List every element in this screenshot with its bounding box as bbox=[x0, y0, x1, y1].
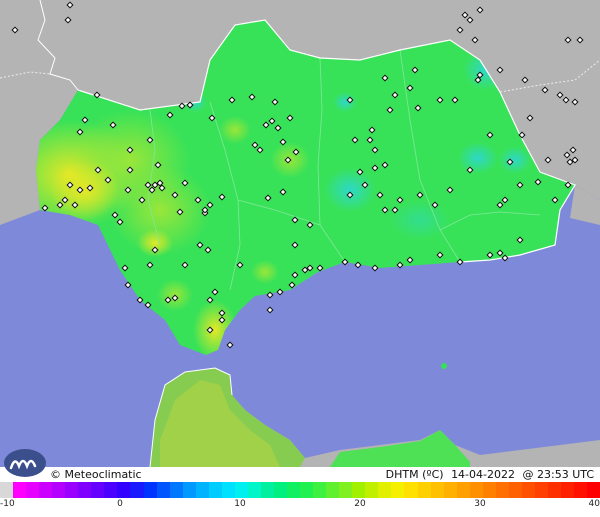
colorbar-tick-label: 10 bbox=[234, 499, 246, 509]
colorbar-segment bbox=[378, 482, 392, 498]
temperature-map bbox=[0, 0, 600, 467]
colorbar-segment bbox=[365, 482, 379, 498]
colorbar-segment bbox=[91, 482, 105, 498]
colorbar-segment bbox=[117, 482, 131, 498]
colorbar-segment bbox=[352, 482, 366, 498]
colorbar-segment bbox=[182, 482, 196, 498]
warm-area bbox=[219, 116, 251, 144]
cool-area bbox=[333, 92, 357, 112]
colorbar-segment bbox=[339, 482, 353, 498]
colorbar-segment bbox=[260, 482, 274, 498]
colorbar-segment bbox=[156, 482, 170, 498]
colorbar-segment bbox=[247, 482, 261, 498]
colorbar-segment bbox=[534, 482, 548, 498]
map-date: 14-04-2022 bbox=[451, 468, 515, 481]
colorbar-segment bbox=[143, 482, 157, 498]
cool-area bbox=[390, 200, 450, 240]
colorbar-segment bbox=[221, 482, 235, 498]
temperature-colorbar bbox=[0, 482, 600, 498]
colorbar-segment bbox=[587, 482, 600, 498]
colorbar-segment bbox=[404, 482, 418, 498]
colorbar-segment bbox=[208, 482, 222, 498]
map-time: @ 23:53 UTC bbox=[522, 468, 595, 481]
colorbar-segment bbox=[234, 482, 248, 498]
colorbar-segment bbox=[417, 482, 431, 498]
colorbar-segment bbox=[456, 482, 470, 498]
cool-area bbox=[324, 168, 376, 212]
colorbar-segment bbox=[482, 482, 496, 498]
warm-area bbox=[50, 160, 120, 220]
colorbar-segment bbox=[521, 482, 535, 498]
colorbar-tick-label: -10 bbox=[0, 499, 15, 509]
colorbar-segment bbox=[0, 482, 14, 498]
warm-area bbox=[251, 260, 279, 284]
colorbar-tick-label: 0 bbox=[117, 499, 123, 509]
colorbar-segment bbox=[469, 482, 483, 498]
colorbar-segment bbox=[130, 482, 144, 498]
colorbar-segment bbox=[39, 482, 53, 498]
colorbar-segment bbox=[508, 482, 522, 498]
colorbar-segment bbox=[169, 482, 183, 498]
colorbar-segment bbox=[574, 482, 588, 498]
colorbar-segment bbox=[391, 482, 405, 498]
colorbar-segment bbox=[300, 482, 314, 498]
colorbar-segment bbox=[273, 482, 288, 498]
colorbar-segment bbox=[26, 482, 40, 498]
cool-area bbox=[458, 142, 498, 174]
copyright-text: © Meteoclimatic bbox=[50, 468, 142, 481]
colorbar-segment bbox=[430, 482, 444, 498]
colorbar-ticks: -10 0 10 20 30 40 bbox=[0, 498, 600, 517]
colorbar-segment bbox=[326, 482, 340, 498]
colorbar-segment bbox=[547, 482, 562, 498]
colorbar-segment bbox=[561, 482, 575, 498]
island-marker bbox=[441, 363, 447, 369]
colorbar-segment bbox=[495, 482, 509, 498]
variable-label: DHTM (ºC) bbox=[385, 468, 444, 481]
colorbar-segment bbox=[443, 482, 457, 498]
cool-area bbox=[499, 146, 531, 174]
map-caption: DHTM (ºC) 14-04-2022 @ 23:53 UTC bbox=[386, 467, 594, 482]
meteoclimatic-logo-icon bbox=[4, 449, 46, 477]
map-widget: © Meteoclimatic DHTM (ºC) 14-04-2022 @ 2… bbox=[0, 0, 600, 517]
colorbar-segment bbox=[104, 482, 118, 498]
colorbar-segment bbox=[78, 482, 92, 498]
colorbar-tick-label: 30 bbox=[474, 499, 486, 509]
colorbar-segment bbox=[313, 482, 327, 498]
colorbar-segment bbox=[52, 482, 66, 498]
colorbar-tick-label: 20 bbox=[354, 499, 366, 509]
colorbar-segment bbox=[13, 482, 27, 498]
colorbar-segment bbox=[195, 482, 209, 498]
colorbar-segment bbox=[65, 482, 79, 498]
colorbar-segment bbox=[287, 482, 301, 498]
colorbar-tick-label: 40 bbox=[588, 499, 600, 509]
